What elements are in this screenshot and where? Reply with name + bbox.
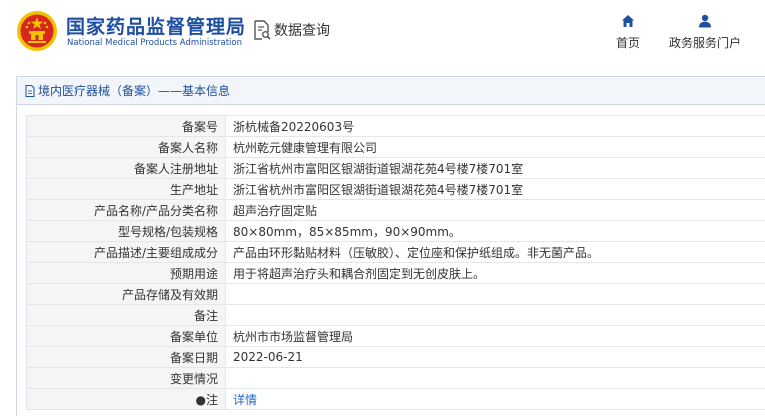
data-query-link[interactable]: 数据查询 — [253, 20, 330, 40]
row-value: 浙江省杭州市富阳区银湖街道银湖花苑4号楼7楼701室 — [225, 178, 765, 200]
row-value: 杭州市市场监督管理局 — [225, 325, 765, 347]
table-row: 产品描述/主要组成成分 产品由环形黏贴材料（压敏胶）、定位座和保护纸组成。非无菌… — [26, 241, 765, 263]
site-header: 国家药品监督管理局 National Medical Products Admi… — [0, 0, 765, 62]
row-label: 备案号 — [26, 115, 226, 137]
nav-service-portal[interactable]: 政务服务门户 — [664, 14, 746, 51]
row-label: 生产地址 — [26, 178, 226, 200]
row-value: 用于将超声治疗头和耦合剂固定到无创皮肤上。 — [225, 262, 765, 284]
table-row: 备案人名称 杭州乾元健康管理有限公司 — [26, 136, 765, 158]
document-icon — [25, 84, 35, 97]
row-value — [225, 283, 765, 305]
table-row: 产品名称/产品分类名称 超声治疗固定贴 — [26, 199, 765, 221]
table-row: 备案号 浙杭械备20220603号 — [26, 115, 765, 137]
row-value: 杭州乾元健康管理有限公司 — [225, 136, 765, 158]
nav-home[interactable]: 首页 — [613, 14, 643, 51]
nav-home-label: 首页 — [615, 36, 640, 50]
table-row: 生产地址 浙江省杭州市富阳区银湖街道银湖花苑4号楼7楼701室 — [26, 178, 765, 200]
row-label: 预期用途 — [26, 262, 226, 284]
table-row: 备案单位 杭州市市场监督管理局 — [26, 325, 765, 347]
details-link[interactable]: 详情 — [233, 393, 257, 407]
site-subtitle: National Medical Products Administration — [67, 38, 242, 48]
row-value: 浙杭械备20220603号 — [225, 115, 765, 137]
row-label: 备案单位 — [26, 325, 226, 347]
row-value: 产品由环形黏贴材料（压敏胶）、定位座和保护纸组成。非无菌产品。 — [225, 241, 765, 263]
table-row: 备案日期 2022-06-21 — [26, 346, 765, 368]
row-label: 产品名称/产品分类名称 — [26, 199, 226, 221]
row-value: 浙江省杭州市富阳区银湖街道银湖花苑4号楼7楼701室 — [225, 157, 765, 179]
table-row: 备案人注册地址 浙江省杭州市富阳区银湖街道银湖花苑4号楼7楼701室 — [26, 157, 765, 179]
table-row: 型号规格/包装规格 80×80mm，85×85mm，90×90mm。 — [26, 220, 765, 242]
row-label: 产品描述/主要组成成分 — [26, 241, 226, 263]
nav-service-portal-label: 政务服务门户 — [668, 36, 741, 50]
row-value: 80×80mm，85×85mm，90×90mm。 — [225, 220, 765, 242]
national-emblem-icon — [17, 11, 57, 51]
table-row: 变更情况 — [26, 367, 765, 389]
row-value: 超声治疗固定贴 — [225, 199, 765, 221]
row-label: 备案人名称 — [26, 136, 226, 158]
row-value — [225, 304, 765, 326]
document-search-icon — [254, 20, 271, 40]
table-row: 备注 — [26, 304, 765, 326]
section-title-text: 境内医疗器械（备案）——基本信息 — [38, 83, 231, 98]
row-value: 2022-06-21 — [225, 346, 765, 368]
row-label: 备案日期 — [26, 346, 226, 368]
row-label: 产品存储及有效期 — [26, 283, 226, 305]
row-label: 备案人注册地址 — [26, 157, 226, 179]
site-title: 国家药品监督管理局 — [66, 16, 247, 38]
table-row: ●注 详情 — [26, 388, 765, 410]
row-label: ●注 — [26, 388, 226, 410]
row-label: 型号规格/包装规格 — [26, 220, 226, 242]
basic-info-section: 境内医疗器械（备案）——基本信息 备案号 浙杭械备20220603号 备案人名称… — [16, 76, 765, 416]
data-query-label: 数据查询 — [274, 23, 330, 39]
row-label: 变更情况 — [26, 367, 226, 389]
row-label: 备注 — [26, 304, 226, 326]
user-icon — [699, 14, 711, 28]
table-row: 预期用途 用于将超声治疗头和耦合剂固定到无创皮肤上。 — [26, 262, 765, 284]
info-table: 备案号 浙杭械备20220603号 备案人名称 杭州乾元健康管理有限公司 备案人… — [26, 115, 765, 410]
row-value — [225, 367, 765, 389]
table-row: 产品存储及有效期 — [26, 283, 765, 305]
home-icon — [622, 15, 634, 27]
row-value: 详情 — [225, 388, 765, 410]
section-title: 境内医疗器械（备案）——基本信息 — [17, 77, 765, 105]
